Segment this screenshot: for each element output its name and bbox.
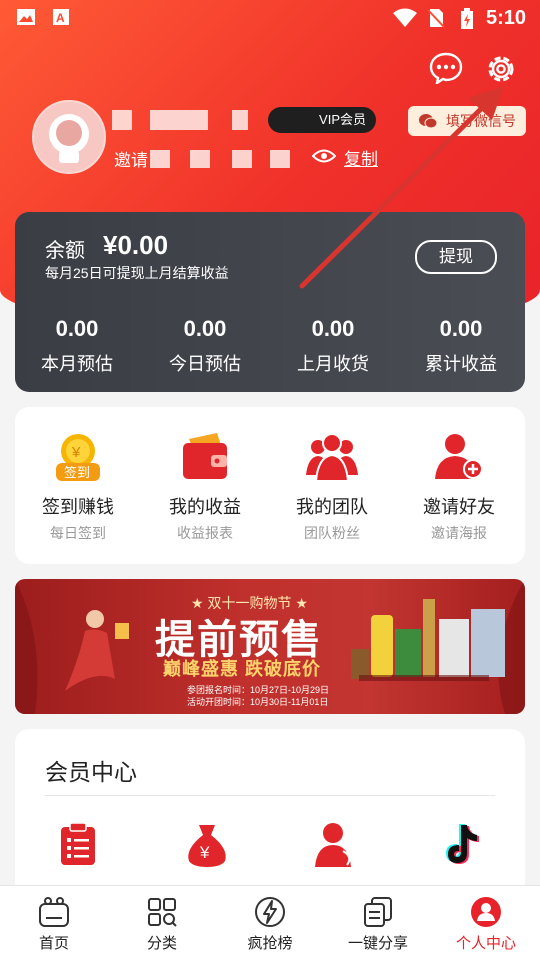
blurred-username: [232, 110, 248, 130]
blurred-invite-code: [150, 150, 170, 168]
stat-label: 今日预估: [169, 354, 241, 374]
action-subtitle: 邀请海报: [431, 525, 487, 541]
nav-label: 疯抢榜: [247, 935, 293, 952]
share-icon: [364, 897, 392, 927]
blurred-invite-code: [190, 150, 210, 168]
action-subtitle: 每日签到: [50, 525, 106, 541]
a-icon: A: [53, 9, 69, 25]
checkin-icon-text: 签到: [64, 465, 90, 480]
clipboard-icon[interactable]: [59, 823, 97, 867]
nav-hot-list[interactable]: 疯抢榜: [216, 896, 324, 953]
promo-banner[interactable]: ★ 双十一购物节 ★ 提前预售 巅峰盛惠 跌破底价 参团报名时间：10月27日-…: [15, 579, 525, 714]
nav-home[interactable]: 首页: [0, 896, 108, 953]
nav-profile[interactable]: 个人中心: [432, 896, 540, 953]
blurred-username: [150, 110, 208, 130]
no-sim-icon: [427, 9, 445, 28]
stat-label: 本月预估: [41, 354, 113, 374]
svg-text:¥: ¥: [199, 843, 210, 862]
nav-label: 首页: [38, 935, 69, 952]
action-title: 邀请好友: [423, 497, 495, 517]
quick-actions-card: ¥ 签到 签到赚钱 每日签到 我的收益 收益报表 我的团队 团队粉丝 邀请好友 …: [15, 407, 525, 564]
nav-label: 一键分享: [347, 935, 408, 952]
nav-category[interactable]: 分类: [108, 896, 216, 953]
stat-value: 0.00: [311, 316, 355, 341]
action-subtitle: 收益报表: [177, 525, 233, 541]
stat-last-month-received[interactable]: 0.00 上月收货: [273, 316, 393, 376]
banner-date-start: 活动开团时间：10月30日-11月01日: [187, 697, 329, 707]
withdraw-note: 每月25日可提现上月结算收益: [45, 265, 229, 281]
stat-label: 累计收益: [425, 354, 497, 374]
battery-icon: [461, 8, 473, 29]
blurred-username: [112, 110, 132, 130]
stat-value: 0.00: [55, 316, 99, 341]
banner-subline: 巅峰盛惠 跌破底价: [163, 659, 322, 679]
team-action[interactable]: 我的团队 团队粉丝: [269, 431, 395, 543]
stat-month-estimate[interactable]: 0.00 本月预估: [17, 316, 137, 376]
balance-amount: ¥0.00: [103, 230, 169, 260]
checkin-coin-icon: ¥ 签到: [56, 434, 100, 481]
avatar[interactable]: [32, 100, 106, 174]
member-center-card: 会员中心 ¥: [15, 729, 525, 899]
stat-total-earnings[interactable]: 0.00 累计收益: [401, 316, 521, 376]
stat-label: 上月收货: [297, 354, 369, 374]
annotation-arrow: [299, 86, 504, 289]
clock: 5:10: [485, 7, 526, 29]
add-friend-icon: [435, 434, 483, 479]
invite-code-label: 邀请: [114, 151, 148, 170]
blurred-invite-code: [232, 150, 252, 168]
blurred-invite-code: [270, 150, 290, 168]
stat-value: 0.00: [439, 316, 483, 341]
action-subtitle: 团队粉丝: [304, 525, 360, 541]
stat-value: 0.00: [183, 316, 227, 341]
profile-icon: [471, 897, 501, 927]
status-bar: A 5:10: [0, 0, 540, 36]
nav-label: 分类: [146, 935, 177, 952]
balance-label: 余额: [45, 240, 85, 262]
lightning-icon: [255, 897, 285, 927]
bottom-nav: 首页 分类 疯抢榜 一键分享 个人中心: [0, 885, 540, 961]
invite-friends-action[interactable]: 邀请好友 邀请海报: [396, 431, 522, 543]
wifi-icon: [393, 8, 417, 27]
earnings-action[interactable]: 我的收益 收益报表: [142, 431, 268, 543]
svg-text:A: A: [56, 11, 65, 25]
svg-text:¥: ¥: [71, 444, 81, 461]
tiktok-icon[interactable]: [443, 821, 483, 867]
service-agent-icon[interactable]: [313, 821, 357, 867]
team-icon: [306, 433, 358, 482]
wallet-icon: [183, 433, 227, 479]
nav-label: 个人中心: [455, 935, 516, 952]
category-icon: [148, 898, 177, 927]
money-bag-icon[interactable]: ¥: [185, 823, 229, 867]
nav-share[interactable]: 一键分享: [324, 896, 432, 953]
checkin-action[interactable]: ¥ 签到 签到赚钱 每日签到: [15, 431, 141, 543]
home-icon: [39, 897, 69, 927]
image-icon: [17, 9, 35, 25]
stat-today-estimate[interactable]: 0.00 今日预估: [145, 316, 265, 376]
action-title: 我的收益: [169, 497, 241, 517]
divider: [45, 795, 495, 796]
action-title: 签到赚钱: [42, 497, 114, 517]
member-center-title: 会员中心: [45, 759, 137, 785]
action-title: 我的团队: [296, 497, 368, 517]
